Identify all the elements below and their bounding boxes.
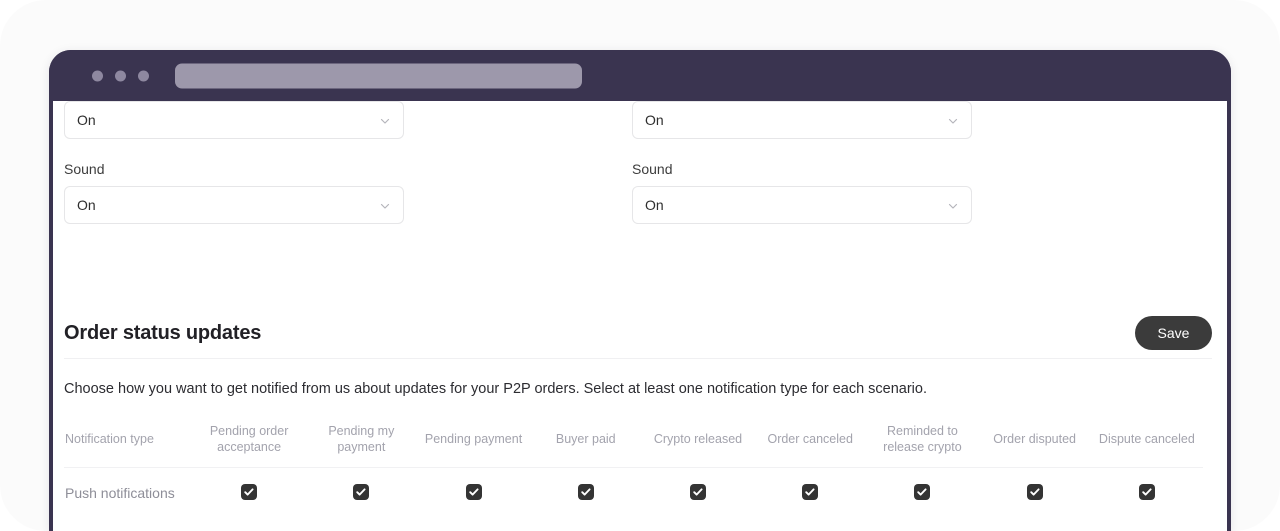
cell-email-reminded-to-release-crypto	[866, 517, 978, 531]
cell-push-order-canceled	[754, 468, 866, 518]
cell-email-pending-payment	[417, 517, 529, 531]
sound-select-left[interactable]: On	[64, 186, 404, 224]
cell-email-pending-order-acceptance	[193, 517, 305, 531]
cell-email-crypto-released	[642, 517, 754, 531]
sound-col-right: Sound On	[632, 160, 972, 224]
section-description: Choose how you want to get notified from…	[64, 381, 927, 397]
window-maximize-dot[interactable]	[138, 70, 149, 81]
sound-select-left-value: On	[77, 197, 96, 213]
page-viewport: On On Sound On Sound On Order status upd…	[53, 101, 1227, 531]
table-header-row: Notification type Pending order acceptan…	[64, 417, 1203, 468]
column-header-order-canceled: Order canceled	[754, 417, 867, 468]
cell-email-buyer-paid	[530, 517, 642, 531]
page-title: Order status updates	[64, 321, 262, 344]
vibration-select-left-value: On	[77, 112, 96, 128]
sound-select-right[interactable]: On	[632, 186, 972, 224]
cell-email-order-canceled	[754, 517, 866, 531]
cell-push-crypto-released	[642, 468, 754, 518]
checkbox-push-order-disputed[interactable]	[1026, 484, 1043, 501]
sound-select-right-value: On	[645, 197, 664, 213]
cell-email-order-disputed	[979, 517, 1091, 531]
window-minimize-dot[interactable]	[115, 70, 126, 81]
vibration-select-right[interactable]: On	[632, 101, 972, 139]
column-header-pending-payment: Pending payment	[417, 417, 530, 468]
column-header-pending-my-payment: Pending my payment	[305, 417, 418, 468]
sound-col-left: Sound On	[64, 160, 404, 224]
browser-chrome	[49, 50, 1231, 101]
checkbox-push-crypto-released[interactable]	[689, 484, 706, 501]
browser-window-mock: On On Sound On Sound On Order status upd…	[49, 50, 1231, 531]
window-close-dot[interactable]	[92, 70, 103, 81]
chevron-down-icon	[379, 114, 391, 126]
notification-matrix-table: Notification type Pending order acceptan…	[64, 417, 1203, 531]
table-header: Notification type Pending order acceptan…	[64, 417, 1203, 468]
checkbox-push-pending-order-acceptance[interactable]	[241, 484, 258, 501]
table-row: Emails	[64, 517, 1203, 531]
checkbox-push-buyer-paid[interactable]	[577, 484, 594, 501]
chevron-down-icon	[379, 199, 391, 211]
settings-content: On On Sound On Sound On Order status upd…	[53, 101, 1227, 531]
cell-push-dispute-canceled	[1091, 468, 1203, 518]
cell-push-pending-payment	[417, 468, 529, 518]
checkbox-push-pending-my-payment[interactable]	[353, 484, 370, 501]
checkbox-push-reminded-to-release-crypto[interactable]	[914, 484, 931, 501]
notification-settings-grid: On On Sound On Sound On	[64, 101, 1212, 224]
row-label-push-notifications: Push notifications	[65, 484, 175, 501]
chevron-down-icon	[947, 114, 959, 126]
cell-email-pending-my-payment	[305, 517, 417, 531]
vibration-select-left[interactable]: On	[64, 101, 404, 139]
checkbox-push-pending-payment[interactable]	[465, 484, 482, 501]
cell-push-pending-order-acceptance	[193, 468, 305, 518]
address-bar[interactable]	[175, 63, 582, 88]
table-row: Push notifications	[64, 468, 1203, 518]
column-header-crypto-released: Crypto released	[641, 417, 755, 468]
save-button[interactable]: Save	[1135, 316, 1212, 350]
column-header-reminded-to-release-crypto: Reminded to release crypto	[866, 417, 979, 468]
vibration-select-right-value: On	[645, 112, 664, 128]
checkbox-push-order-canceled[interactable]	[802, 484, 819, 501]
chevron-down-icon	[947, 199, 959, 211]
table-body: Push notifications Emails	[64, 468, 1203, 531]
column-header-order-disputed: Order disputed	[978, 417, 1091, 468]
column-header-pending-order-acceptance: Pending order acceptance	[193, 417, 306, 468]
order-status-section-header: Order status updates Save	[64, 308, 1212, 359]
vibration-row: On On	[64, 101, 1212, 139]
checkbox-push-dispute-canceled[interactable]	[1138, 484, 1155, 501]
sound-label-left: Sound	[64, 161, 105, 177]
cell-push-order-disputed	[979, 468, 1091, 518]
column-header-buyer-paid: Buyer paid	[529, 417, 642, 468]
cell-email-dispute-canceled	[1091, 517, 1203, 531]
cell-push-pending-my-payment	[305, 468, 417, 518]
vibration-col-left: On	[64, 101, 404, 139]
cell-push-buyer-paid	[530, 468, 642, 518]
sound-row: Sound On Sound On	[64, 160, 1212, 224]
window-controls	[92, 70, 149, 81]
sound-label-right: Sound	[632, 161, 673, 177]
vibration-col-right: On	[632, 101, 972, 139]
page-backdrop: On On Sound On Sound On Order status upd…	[0, 0, 1280, 531]
column-header-dispute-canceled: Dispute canceled	[1090, 417, 1203, 468]
cell-push-reminded-to-release-crypto	[866, 468, 978, 518]
column-header-notification-type: Notification type	[64, 417, 193, 468]
row-label-emails: Emails	[64, 517, 193, 531]
